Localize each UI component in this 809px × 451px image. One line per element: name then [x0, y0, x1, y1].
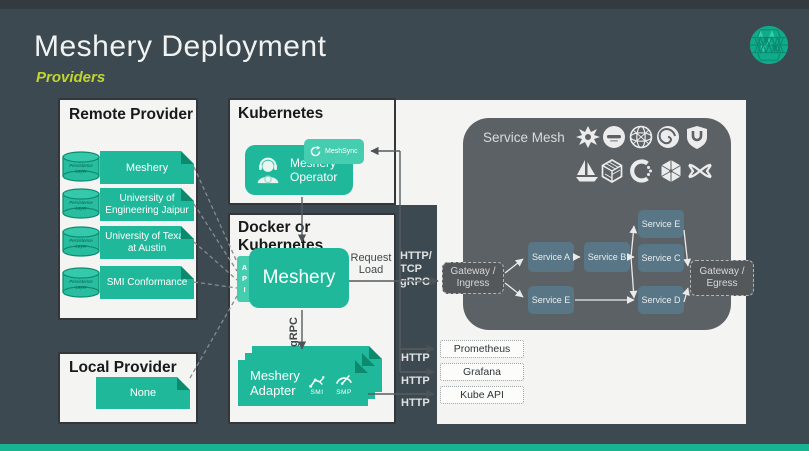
kube-api-node: Kube API	[440, 386, 524, 404]
local-provider-title: Local Provider	[69, 359, 196, 377]
local-provider-item-none: None	[96, 377, 190, 409]
service-c-node: Service C	[638, 244, 684, 272]
database-cylinder-icon: Persistence Layer	[61, 188, 101, 220]
bottom-accent-bar	[0, 444, 809, 451]
meshery-adapter-node: Meshery Adapter SMI SMP	[238, 360, 368, 406]
service-e-top-node: Service E	[638, 210, 684, 238]
gateway-egress-node: Gateway / Egress	[690, 260, 754, 296]
adapter-label: Meshery Adapter	[250, 368, 300, 398]
service-b-node: Service B	[584, 242, 630, 272]
remote-provider-item-utexas: University of Texas at Austin	[100, 226, 194, 259]
wire-sphere-icon	[628, 124, 654, 150]
faceted-hex-icon	[658, 158, 684, 184]
svg-text:Persistence: Persistence	[69, 238, 93, 243]
meshsync-node: MeshSync	[304, 139, 364, 164]
svg-text:Layer: Layer	[75, 285, 87, 290]
meshsync-label: MeshSync	[325, 148, 358, 155]
operator-icon	[252, 154, 284, 186]
database-cylinder-icon: Persistence Layer	[61, 226, 101, 258]
http-label-3: HTTP	[401, 397, 430, 410]
kubernetes-title: Kubernetes	[238, 105, 394, 123]
arc-dots-icon	[629, 158, 655, 184]
grafana-node: Grafana	[440, 363, 524, 381]
http-label-2: HTTP	[401, 375, 430, 388]
grpc-label: gRPC	[288, 317, 300, 347]
meshery-node: Meshery	[249, 248, 349, 308]
svg-text:Persistence: Persistence	[69, 200, 93, 205]
svg-text:Layer: Layer	[75, 206, 87, 211]
page-subtitle: Providers	[36, 69, 105, 86]
prometheus-node: Prometheus	[440, 340, 524, 358]
remote-provider-item-uoej: University of Engineering Jaipur	[100, 188, 194, 221]
page-title: Meshery Deployment	[34, 30, 326, 64]
database-cylinder-icon: Persistence Layer	[61, 267, 101, 299]
smp-badge: SMP	[334, 371, 354, 396]
service-e-bottom-node: Service E	[528, 286, 574, 314]
svg-text:Persistence: Persistence	[69, 279, 93, 284]
smi-robot-arm-icon	[308, 371, 326, 389]
http-tcp-grpc-label: HTTP/ TCP gRPC	[400, 250, 436, 289]
service-a-node: Service A	[528, 242, 574, 272]
sailboat-icon	[574, 158, 600, 184]
smp-speedometer-icon	[334, 371, 354, 389]
request-load-label: Request Load	[348, 252, 394, 276]
woven-cube-icon	[599, 158, 625, 184]
spiral-shell-icon	[655, 124, 681, 150]
slide-canvas: Meshery Deployment Providers Remote Prov…	[0, 0, 809, 451]
svg-text:Persistence: Persistence	[69, 163, 93, 168]
circle-badge-icon	[601, 124, 627, 150]
knot-icon	[687, 158, 713, 184]
gateway-ingress-node: Gateway / Ingress	[442, 262, 504, 294]
service-d-node: Service D	[638, 286, 684, 314]
top-band	[0, 0, 809, 9]
label-strip	[396, 205, 437, 424]
remote-provider-item-meshery: Meshery	[100, 151, 194, 184]
remote-provider-item-smi: SMI Conformance	[100, 266, 194, 299]
meshsync-icon	[309, 145, 322, 158]
http-label-1: HTTP	[401, 352, 430, 365]
remote-provider-title: Remote Provider	[69, 106, 196, 124]
database-cylinder-icon: Persistence Layer	[61, 151, 101, 183]
svg-text:Layer: Layer	[75, 169, 87, 174]
shield-icon	[684, 124, 710, 150]
meshery-ball-logo-icon	[748, 24, 790, 66]
smi-badge: SMI	[308, 371, 326, 396]
starburst-mesh-icon	[575, 124, 601, 150]
svg-text:Layer: Layer	[75, 244, 87, 249]
